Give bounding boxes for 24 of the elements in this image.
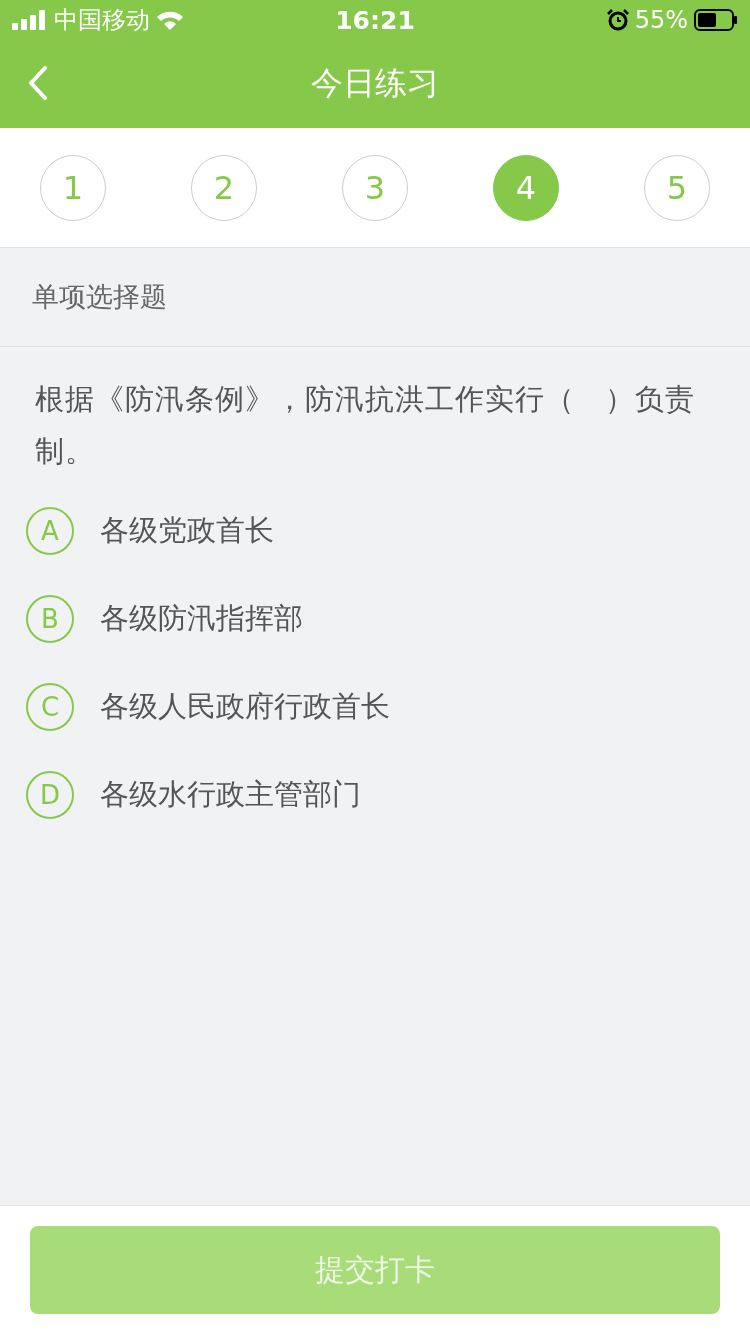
option-letter[interactable]: C <box>26 683 74 731</box>
option-text[interactable]: 各级防汛指挥部 <box>100 599 303 639</box>
question-number[interactable]: 5 <box>644 154 710 221</box>
carrier-name: 中国移动 <box>54 5 150 36</box>
option-letter[interactable]: D <box>26 771 74 819</box>
question-number[interactable]: 2 <box>191 154 257 221</box>
question-type: 单项选择题 <box>0 248 750 347</box>
question-number[interactable]: 3 <box>342 154 408 221</box>
battery-percent: 55% <box>634 6 688 34</box>
page-title: 今日练习 <box>311 63 439 104</box>
option-text[interactable]: 各级人民政府行政首长 <box>100 687 390 727</box>
back-icon[interactable] <box>28 66 48 100</box>
battery-icon <box>694 9 738 31</box>
wifi-icon <box>156 10 184 30</box>
signal-icon <box>12 10 48 30</box>
question-number[interactable]: 4 <box>493 154 559 221</box>
option-letter[interactable]: A <box>26 507 74 555</box>
alarm-clock-icon <box>606 9 629 31</box>
question-text: 根据《防汛条例》，防汛抗洪工作实行（ ）负责制。 <box>34 381 696 470</box>
question-number[interactable]: 1 <box>40 154 106 221</box>
option-text[interactable]: 各级水行政主管部门 <box>100 775 361 815</box>
option-letter[interactable]: B <box>26 595 74 643</box>
status-time: 16:21 <box>335 5 415 35</box>
option-text[interactable]: 各级党政首长 <box>100 511 274 551</box>
